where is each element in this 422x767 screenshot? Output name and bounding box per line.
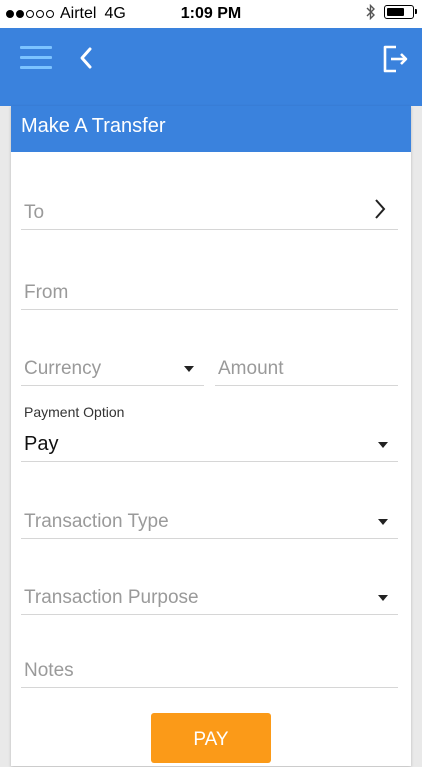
transaction-type-placeholder: Transaction Type	[24, 511, 169, 532]
dropdown-caret-icon	[378, 595, 388, 601]
menu-bar	[20, 66, 52, 69]
to-field[interactable]: To	[21, 188, 398, 230]
dropdown-caret-icon	[378, 442, 388, 448]
status-time: 1:09 PM	[180, 5, 242, 22]
form-title: Make A Transfer	[11, 106, 411, 152]
battery-level	[387, 8, 405, 16]
transaction-purpose-placeholder: Transaction Purpose	[24, 587, 199, 608]
menu-bar	[20, 46, 52, 49]
notes-placeholder: Notes	[24, 660, 74, 681]
dropdown-caret-icon	[378, 519, 388, 525]
to-placeholder: To	[24, 202, 45, 223]
logout-icon[interactable]	[380, 44, 410, 74]
notes-input[interactable]: Notes	[21, 650, 398, 688]
from-field[interactable]: From	[21, 268, 398, 310]
amount-input[interactable]: Amount	[215, 346, 398, 386]
transfer-form-card: Make A Transfer To From Currency Amount …	[11, 106, 411, 766]
pay-button[interactable]: PAY	[151, 713, 271, 763]
status-bar: Airtel 4G 1:09 PM	[0, 0, 422, 28]
amount-placeholder: Amount	[218, 358, 284, 379]
chevron-right-icon[interactable]	[372, 197, 388, 221]
currency-select[interactable]: Currency	[21, 346, 204, 386]
hamburger-menu-icon[interactable]	[20, 46, 52, 70]
chevron-left-icon[interactable]	[74, 44, 100, 72]
dropdown-caret-icon	[184, 366, 194, 372]
currency-placeholder: Currency	[24, 358, 102, 379]
menu-bar	[20, 56, 52, 59]
app-bar	[0, 28, 422, 106]
bluetooth-icon	[366, 4, 375, 20]
payment-option-label: Payment Option	[24, 404, 125, 420]
status-right	[366, 4, 417, 20]
transaction-type-select[interactable]: Transaction Type	[21, 498, 398, 539]
transaction-purpose-select[interactable]: Transaction Purpose	[21, 574, 398, 615]
from-placeholder: From	[24, 282, 69, 303]
battery-icon	[384, 5, 417, 19]
payment-option-value: Pay	[24, 433, 59, 455]
payment-option-select[interactable]: Pay	[21, 424, 398, 462]
